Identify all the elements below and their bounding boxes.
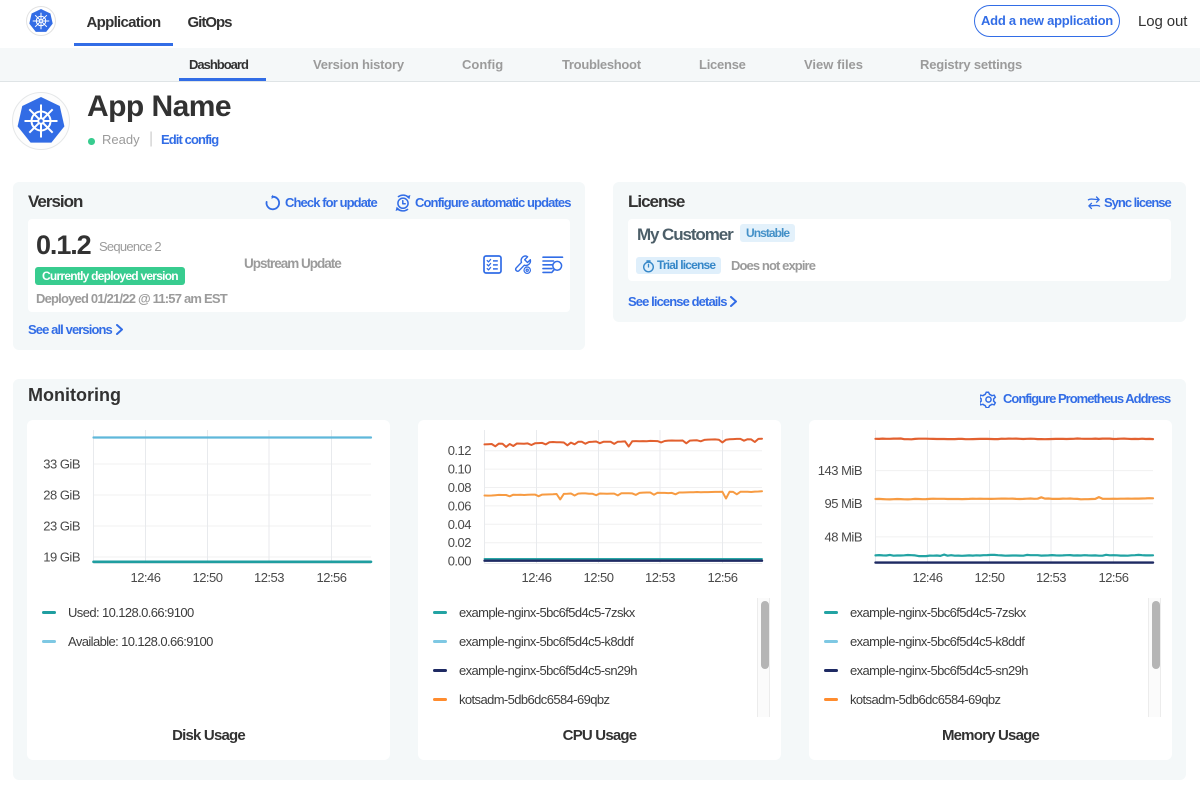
svg-text:95 MiB: 95 MiB — [825, 496, 862, 511]
svg-text:12:50: 12:50 — [583, 570, 613, 585]
svg-text:0.02: 0.02 — [448, 535, 472, 550]
svg-text:12:46: 12:46 — [130, 570, 160, 585]
svg-text:12:46: 12:46 — [912, 570, 942, 585]
svg-text:0.00: 0.00 — [448, 554, 472, 569]
svg-text:12:53: 12:53 — [645, 570, 675, 585]
svg-text:0.12: 0.12 — [448, 443, 472, 458]
svg-text:12:53: 12:53 — [254, 570, 284, 585]
svg-text:0.08: 0.08 — [448, 480, 472, 495]
svg-text:12:53: 12:53 — [1036, 570, 1066, 585]
svg-text:0.06: 0.06 — [448, 498, 472, 513]
svg-text:48 MiB: 48 MiB — [825, 529, 862, 544]
svg-text:12:50: 12:50 — [192, 570, 222, 585]
svg-text:12:46: 12:46 — [521, 570, 551, 585]
svg-text:19 GiB: 19 GiB — [43, 550, 80, 565]
svg-text:12:50: 12:50 — [974, 570, 1004, 585]
svg-text:28 GiB: 28 GiB — [43, 488, 80, 503]
svg-text:23 GiB: 23 GiB — [43, 519, 80, 534]
svg-text:0.04: 0.04 — [448, 517, 472, 532]
svg-text:33 GiB: 33 GiB — [43, 457, 80, 472]
svg-text:143 MiB: 143 MiB — [818, 463, 862, 478]
svg-text:0.10: 0.10 — [448, 462, 472, 477]
svg-text:12:56: 12:56 — [707, 570, 737, 585]
svg-text:12:56: 12:56 — [316, 570, 346, 585]
svg-text:12:56: 12:56 — [1098, 570, 1128, 585]
